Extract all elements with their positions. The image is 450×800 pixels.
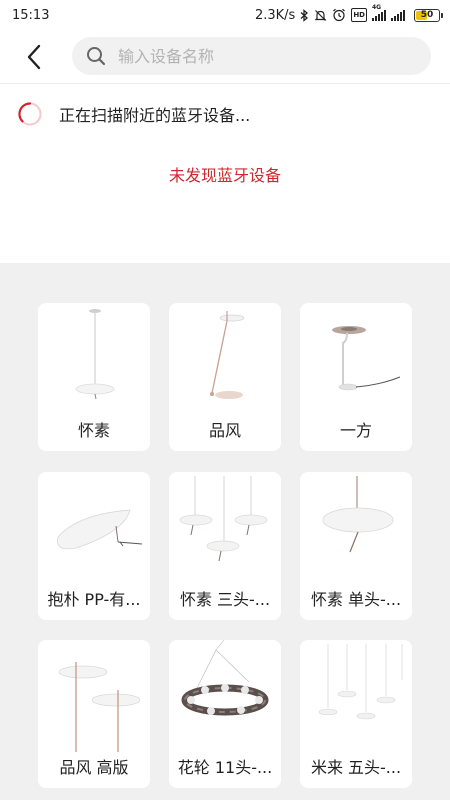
single-head-pendant-image xyxy=(322,476,394,553)
three-head-pendant-image xyxy=(179,476,268,562)
product-name: 怀素 三头-... xyxy=(179,590,271,609)
alarm-icon xyxy=(332,8,346,22)
product-card[interactable]: 品风 xyxy=(169,303,281,451)
pendant-lamp-image xyxy=(75,309,115,400)
mute-bell-icon xyxy=(314,8,327,22)
wall-lamp-image xyxy=(57,509,143,550)
ring-chandelier-image xyxy=(181,640,269,716)
signal-icon xyxy=(391,8,405,22)
product-name: 品风 xyxy=(208,421,241,440)
product-card[interactable]: 一方 xyxy=(300,303,412,451)
product-grid: 怀素 品风 一方 抱朴 PP-有... 怀素 三头-... 怀素 单头-... … xyxy=(0,263,450,800)
hd-badge: HD xyxy=(351,8,367,22)
back-button[interactable] xyxy=(8,30,60,84)
search-input[interactable] xyxy=(118,46,398,66)
product-name: 品风 高版 xyxy=(59,758,129,777)
header-divider xyxy=(0,83,450,84)
network-speed: 2.3K/s xyxy=(254,7,296,23)
product-name: 米来 五头-... xyxy=(310,758,402,777)
status-time: 15:13 xyxy=(12,7,50,23)
bluetooth-icon xyxy=(300,8,309,22)
battery-level: 50 xyxy=(420,10,434,20)
tall-floor-lamp-image xyxy=(58,662,141,752)
header xyxy=(0,30,450,84)
loading-spinner-icon xyxy=(18,102,42,126)
product-card[interactable]: 品风 高版 xyxy=(38,640,150,788)
product-card[interactable]: 花轮 11头-... xyxy=(169,640,281,788)
product-card[interactable]: 怀素 单头-... xyxy=(300,472,412,620)
network-badge: 4G xyxy=(372,4,382,11)
product-name: 一方 xyxy=(339,421,372,440)
product-name: 花轮 11头-... xyxy=(177,758,273,777)
table-lamp-image xyxy=(332,326,401,391)
product-name: 抱朴 PP-有... xyxy=(47,590,141,609)
search-bar[interactable] xyxy=(72,37,431,75)
product-name: 怀素 xyxy=(77,421,110,440)
product-card[interactable]: 怀素 三头-... xyxy=(169,472,281,620)
floor-lamp-image xyxy=(210,311,245,399)
product-card[interactable]: 抱朴 PP-有... xyxy=(38,472,150,620)
product-card[interactable]: 米来 五头-... xyxy=(300,640,412,788)
battery-icon: 50 xyxy=(414,8,443,22)
five-head-pendant-image xyxy=(318,644,403,720)
scan-status: 正在扫描附近的蓝牙设备... xyxy=(18,102,250,126)
product-name: 怀素 单头-... xyxy=(310,590,402,609)
no-device-message: 未发现蓝牙设备 xyxy=(168,166,281,185)
scan-status-text: 正在扫描附近的蓝牙设备... xyxy=(59,106,251,125)
status-icons: 2.3K/s HD 4G 50 xyxy=(254,4,443,23)
status-bar: 15:13 2.3K/s HD 4G 50 xyxy=(0,0,450,30)
product-card[interactable]: 怀素 xyxy=(38,303,150,451)
signal-4g-icon: 4G xyxy=(372,4,386,22)
search-icon xyxy=(87,47,106,66)
back-arrow-icon xyxy=(27,44,41,70)
